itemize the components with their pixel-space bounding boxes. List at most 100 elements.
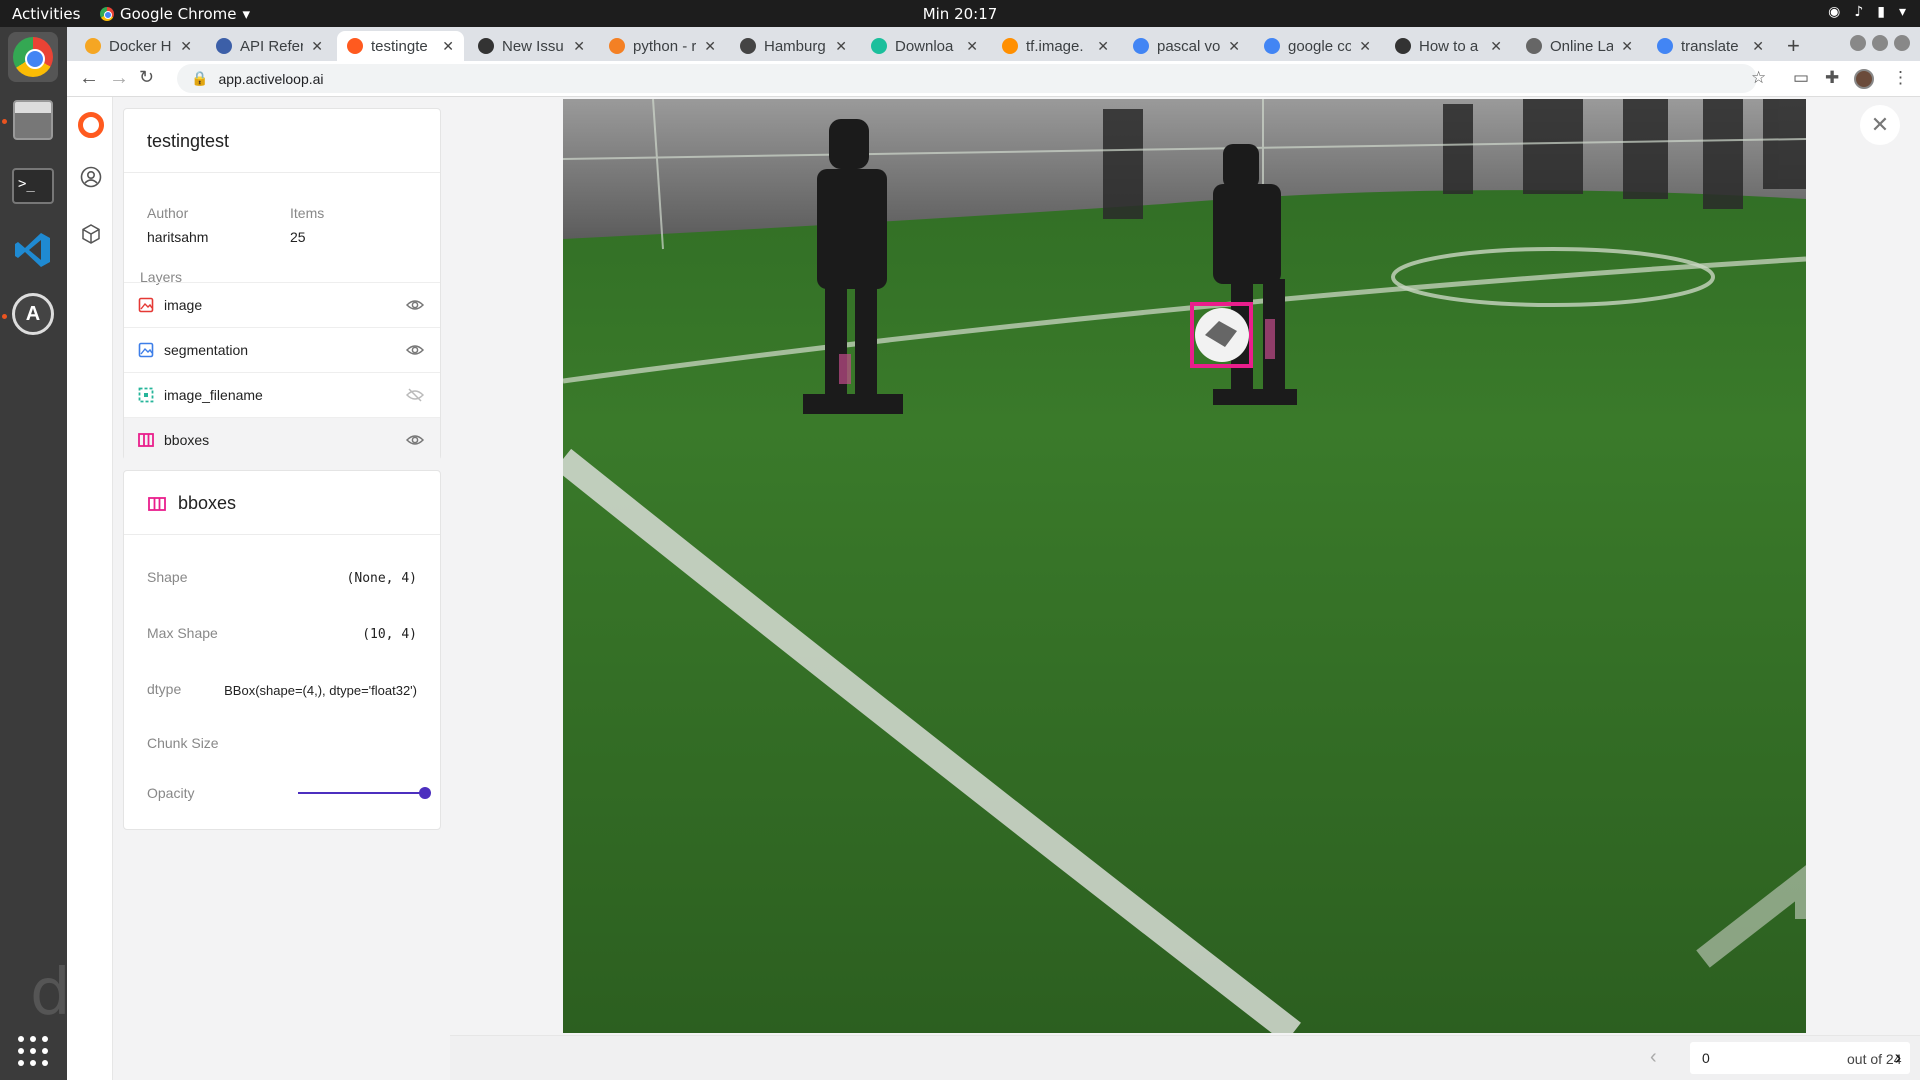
software-updater-icon: A bbox=[12, 293, 54, 335]
tab-4[interactable]: python - r ✕ bbox=[599, 31, 726, 61]
system-top-bar: Activities Google Chrome ▾ Min 20:17 ◉ ♪… bbox=[0, 0, 1920, 27]
tab-6[interactable]: Downloa ✕ bbox=[861, 31, 988, 61]
layer-row-segmentation[interactable]: segmentation bbox=[124, 327, 440, 372]
tab-favicon-icon bbox=[1526, 38, 1542, 54]
running-indicator bbox=[2, 314, 7, 319]
shape-value: (None, 4) bbox=[346, 571, 417, 586]
tab-close-icon[interactable]: ✕ bbox=[704, 38, 716, 55]
items-value: 25 bbox=[290, 229, 306, 245]
bbox-annotation[interactable] bbox=[1190, 302, 1253, 368]
activeloop-logo-icon[interactable] bbox=[78, 112, 104, 138]
dock-chrome[interactable] bbox=[8, 32, 58, 82]
dataset-title: testingtest bbox=[147, 131, 230, 151]
tab-close-icon[interactable]: ✕ bbox=[1752, 38, 1764, 55]
tab-close-icon[interactable]: ✕ bbox=[1359, 38, 1371, 55]
tab-title: python - r bbox=[633, 37, 697, 55]
tab-title: New Issu bbox=[502, 37, 564, 55]
dock-background-glyph: d bbox=[30, 956, 71, 1030]
layer-name: segmentation bbox=[164, 342, 249, 358]
tab-favicon-icon bbox=[609, 38, 625, 54]
tab-close-icon[interactable]: ✕ bbox=[442, 38, 454, 55]
chrome-menu-icon[interactable]: ⋮ bbox=[1892, 68, 1909, 88]
tab-2[interactable]: testingte ✕ bbox=[337, 31, 464, 61]
clock[interactable]: Min 20:17 bbox=[0, 5, 1920, 23]
forward-button[interactable]: → bbox=[109, 67, 129, 90]
tab-title: testingte bbox=[371, 37, 428, 55]
tab-close-icon[interactable]: ✕ bbox=[573, 38, 585, 55]
chevron-down-icon: ▾ bbox=[242, 5, 251, 23]
cast-icon[interactable]: ▭ bbox=[1793, 68, 1809, 88]
tab-close-icon[interactable]: ✕ bbox=[1490, 38, 1502, 55]
tab-5[interactable]: Hamburg ✕ bbox=[730, 31, 857, 61]
tab-favicon-icon bbox=[216, 38, 232, 54]
chevron-left-icon[interactable]: ‹ bbox=[1650, 1046, 1657, 1069]
dock-terminal[interactable]: >_ bbox=[8, 161, 58, 211]
dtype-value: BBox(shape=(4,), dtype='float32') bbox=[224, 683, 417, 698]
profile-avatar[interactable] bbox=[1854, 69, 1874, 89]
tab-favicon-icon bbox=[1133, 38, 1149, 54]
tab-title: Hamburg bbox=[764, 37, 826, 55]
layer-row-image[interactable]: image bbox=[124, 282, 440, 327]
dock-software-updater[interactable]: A bbox=[8, 289, 58, 339]
back-button[interactable]: ← bbox=[79, 67, 99, 90]
author-value: haritsahm bbox=[147, 229, 209, 245]
close-viewer-button[interactable]: ✕ bbox=[1860, 105, 1900, 145]
maximize-button[interactable] bbox=[1872, 35, 1888, 51]
bookmark-star-icon[interactable]: ☆ bbox=[1751, 68, 1766, 88]
activeloop-app: testingtest Author haritsahm Items 25 La… bbox=[67, 97, 1920, 1080]
system-tray[interactable]: ◉ ♪ ▮ ▾ bbox=[1828, 4, 1906, 20]
tab-favicon-icon bbox=[871, 38, 887, 54]
show-applications-icon[interactable] bbox=[18, 1036, 48, 1066]
omnibox[interactable]: 🔒 app.activeloop.ai bbox=[177, 64, 1757, 93]
dock-vscode[interactable] bbox=[8, 225, 58, 275]
close-window-button[interactable] bbox=[1894, 35, 1910, 51]
tab-12[interactable]: translate ✕ bbox=[1647, 31, 1774, 61]
activities-button[interactable]: Activities bbox=[12, 5, 80, 23]
tab-close-icon[interactable]: ✕ bbox=[1228, 38, 1240, 55]
tab-close-icon[interactable]: ✕ bbox=[180, 38, 192, 55]
layer-info-card: bboxes Shape (None, 4) Max Shape (10, 4)… bbox=[123, 470, 441, 830]
chevron-right-icon[interactable]: › bbox=[1880, 1042, 1916, 1074]
user-icon[interactable] bbox=[80, 166, 102, 188]
sample-image bbox=[563, 99, 1806, 1033]
tab-3[interactable]: New Issu ✕ bbox=[468, 31, 595, 61]
tab-close-icon[interactable]: ✕ bbox=[311, 38, 323, 55]
tab-11[interactable]: Online La ✕ bbox=[1516, 31, 1643, 61]
tab-favicon-icon bbox=[1264, 38, 1280, 54]
dtype-label: dtype bbox=[147, 681, 182, 697]
tab-title: Online La bbox=[1550, 37, 1614, 55]
tab-title: Downloa bbox=[895, 37, 954, 55]
tab-favicon-icon bbox=[740, 38, 756, 54]
tab-close-icon[interactable]: ✕ bbox=[966, 38, 978, 55]
layer-name: image_filename bbox=[164, 387, 263, 403]
new-tab-button[interactable]: + bbox=[1787, 33, 1800, 59]
reload-button[interactable]: ↻ bbox=[139, 67, 154, 88]
tab-title: Docker H bbox=[109, 37, 172, 55]
tab-10[interactable]: How to a ✕ bbox=[1385, 31, 1512, 61]
layer-row-bboxes[interactable]: bboxes bbox=[124, 417, 440, 462]
tab-7[interactable]: tf.image. ✕ bbox=[992, 31, 1119, 61]
chevron-down-icon: ▾ bbox=[1898, 4, 1906, 20]
wifi-icon: ◉ bbox=[1828, 4, 1841, 20]
layer-row-image-filename[interactable]: image_filename bbox=[124, 372, 440, 417]
tab-8[interactable]: pascal vo ✕ bbox=[1123, 31, 1250, 61]
cube-icon[interactable] bbox=[80, 223, 102, 245]
tab-close-icon[interactable]: ✕ bbox=[1621, 38, 1633, 55]
opacity-slider-handle[interactable] bbox=[419, 787, 431, 799]
image-viewer[interactable] bbox=[563, 99, 1806, 1033]
sample-pager: ‹ 0 out of 24 › bbox=[450, 1035, 1920, 1080]
tab-strip: Docker H ✕ API Refer ✕ testingte ✕ New Issu ✕ py… bbox=[67, 27, 1920, 61]
opacity-slider[interactable] bbox=[298, 787, 431, 799]
app-menu[interactable]: Google Chrome ▾ bbox=[100, 5, 250, 23]
minimize-button[interactable] bbox=[1850, 35, 1866, 51]
tab-9[interactable]: google co ✕ bbox=[1254, 31, 1381, 61]
chunk-size-label: Chunk Size bbox=[147, 735, 219, 751]
extensions-icon[interactable]: ✚ bbox=[1825, 68, 1839, 88]
tab-0[interactable]: Docker H ✕ bbox=[75, 31, 202, 61]
tab-1[interactable]: API Refer ✕ bbox=[206, 31, 333, 61]
tab-close-icon[interactable]: ✕ bbox=[835, 38, 847, 55]
image-icon bbox=[138, 297, 154, 313]
dock-files[interactable] bbox=[8, 95, 58, 145]
tab-close-icon[interactable]: ✕ bbox=[1097, 38, 1109, 55]
bbox-icon bbox=[148, 496, 166, 511]
